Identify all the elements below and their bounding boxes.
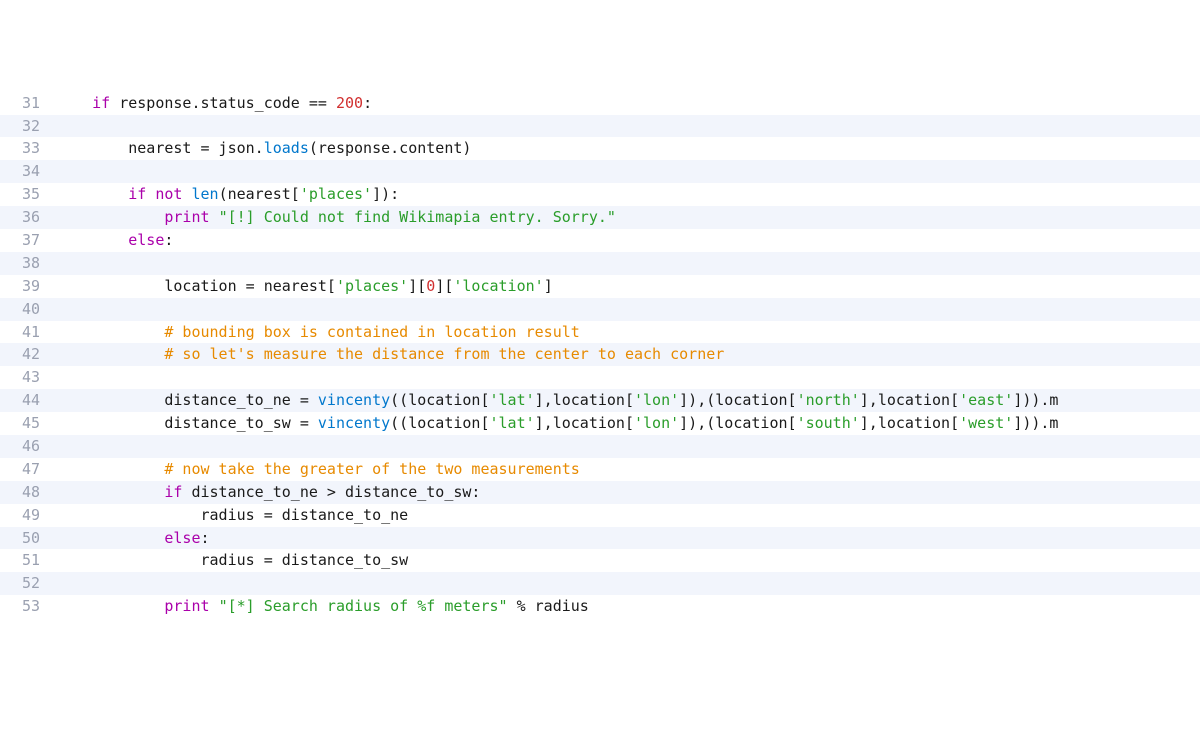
code-content: radius = distance_to_ne <box>48 504 408 527</box>
line-number: 51 <box>0 549 48 572</box>
code-content: if not len(nearest['places']): <box>48 183 399 206</box>
line-number: 52 <box>0 572 48 595</box>
code-content: location = nearest['places'][0]['locatio… <box>48 275 553 298</box>
code-line: 52 <box>0 572 1200 595</box>
code-line: 31 if response.status_code == 200: <box>0 92 1200 115</box>
code-line: 53 print "[*] Search radius of %f meters… <box>0 595 1200 618</box>
code-editor: 31 if response.status_code == 200:3233 n… <box>0 92 1200 618</box>
line-number: 38 <box>0 252 48 275</box>
line-number: 53 <box>0 595 48 618</box>
line-number: 46 <box>0 435 48 458</box>
code-content: distance_to_ne = vincenty((location['lat… <box>48 389 1058 412</box>
code-content: if distance_to_ne > distance_to_sw: <box>48 481 480 504</box>
code-line: 50 else: <box>0 527 1200 550</box>
code-line: 39 location = nearest['places'][0]['loca… <box>0 275 1200 298</box>
code-content: print "[!] Could not find Wikimapia entr… <box>48 206 616 229</box>
line-number: 33 <box>0 137 48 160</box>
code-content: # bounding box is contained in location … <box>48 321 580 344</box>
line-number: 47 <box>0 458 48 481</box>
line-number: 37 <box>0 229 48 252</box>
code-line: 44 distance_to_ne = vincenty((location['… <box>0 389 1200 412</box>
line-number: 39 <box>0 275 48 298</box>
code-content: # now take the greater of the two measur… <box>48 458 580 481</box>
code-content: nearest = json.loads(response.content) <box>48 137 471 160</box>
code-line: 47 # now take the greater of the two mea… <box>0 458 1200 481</box>
line-number: 44 <box>0 389 48 412</box>
code-line: 42 # so let's measure the distance from … <box>0 343 1200 366</box>
line-number: 35 <box>0 183 48 206</box>
line-number: 40 <box>0 298 48 321</box>
code-line: 36 print "[!] Could not find Wikimapia e… <box>0 206 1200 229</box>
code-content: print "[*] Search radius of %f meters" %… <box>48 595 589 618</box>
code-content: # so let's measure the distance from the… <box>48 343 724 366</box>
code-line: 45 distance_to_sw = vincenty((location['… <box>0 412 1200 435</box>
line-number: 34 <box>0 160 48 183</box>
code-line: 34 <box>0 160 1200 183</box>
line-number: 49 <box>0 504 48 527</box>
code-content: distance_to_sw = vincenty((location['lat… <box>48 412 1058 435</box>
code-line: 38 <box>0 252 1200 275</box>
line-number: 48 <box>0 481 48 504</box>
line-number: 42 <box>0 343 48 366</box>
code-content: radius = distance_to_sw <box>48 549 408 572</box>
line-number: 41 <box>0 321 48 344</box>
code-line: 33 nearest = json.loads(response.content… <box>0 137 1200 160</box>
line-number: 32 <box>0 115 48 138</box>
line-number: 45 <box>0 412 48 435</box>
code-content: else: <box>48 527 210 550</box>
code-line: 49 radius = distance_to_ne <box>0 504 1200 527</box>
code-content: if response.status_code == 200: <box>48 92 372 115</box>
code-content: else: <box>48 229 173 252</box>
line-number: 36 <box>0 206 48 229</box>
line-number: 43 <box>0 366 48 389</box>
code-line: 40 <box>0 298 1200 321</box>
code-line: 37 else: <box>0 229 1200 252</box>
code-line: 43 <box>0 366 1200 389</box>
code-line: 32 <box>0 115 1200 138</box>
code-line: 48 if distance_to_ne > distance_to_sw: <box>0 481 1200 504</box>
line-number: 50 <box>0 527 48 550</box>
code-line: 41 # bounding box is contained in locati… <box>0 321 1200 344</box>
code-line: 35 if not len(nearest['places']): <box>0 183 1200 206</box>
code-line: 51 radius = distance_to_sw <box>0 549 1200 572</box>
line-number: 31 <box>0 92 48 115</box>
code-line: 46 <box>0 435 1200 458</box>
